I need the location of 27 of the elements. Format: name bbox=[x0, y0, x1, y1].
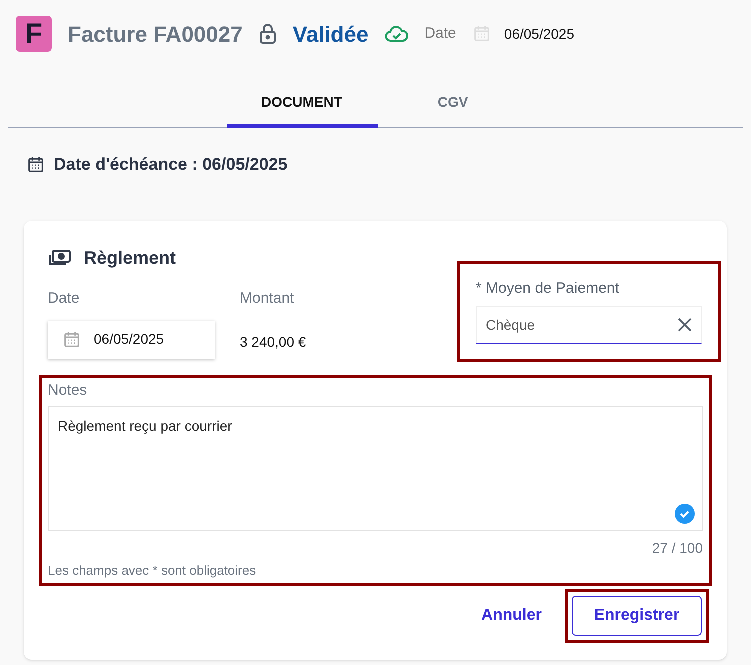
status-label: Validée bbox=[292, 20, 369, 48]
section-title: Règlement bbox=[84, 246, 176, 270]
char-counter: 27 / 100 bbox=[651, 539, 703, 558]
header-date: 06/05/2025 bbox=[504, 24, 574, 44]
field-label: Montant bbox=[240, 288, 296, 308]
amount-value: 3 240,00 € bbox=[240, 332, 308, 352]
calendar-icon bbox=[472, 24, 492, 44]
payment-method-field[interactable]: Chèque bbox=[476, 306, 702, 344]
date-label: Date bbox=[424, 24, 456, 44]
field-label: Notes bbox=[48, 380, 88, 400]
cancel-button[interactable]: Annuler bbox=[474, 596, 550, 636]
calendar-icon bbox=[26, 154, 46, 175]
notes-field[interactable]: Règlement reçu par courrier bbox=[48, 406, 703, 531]
calendar-icon bbox=[62, 330, 82, 350]
field-label: Date bbox=[48, 288, 81, 308]
tab[interactable]: CGV bbox=[378, 78, 528, 128]
save-button[interactable]: Enregistrer bbox=[572, 596, 702, 636]
close-icon[interactable] bbox=[678, 318, 692, 332]
tab[interactable]: DOCUMENT bbox=[226, 78, 378, 128]
required-hint: Les champs avec * sont obligatoires bbox=[48, 562, 258, 580]
check-badge-icon bbox=[675, 504, 695, 524]
logo-letter: F bbox=[16, 16, 52, 52]
banknote-icon bbox=[48, 249, 72, 267]
invoice-title: Facture FA00027 bbox=[68, 20, 243, 48]
due-date: Date d'échéance : 06/05/2025 bbox=[54, 154, 288, 176]
date-field[interactable]: 06/05/2025 bbox=[48, 320, 215, 358]
field-label: * Moyen de Paiement bbox=[476, 278, 620, 298]
